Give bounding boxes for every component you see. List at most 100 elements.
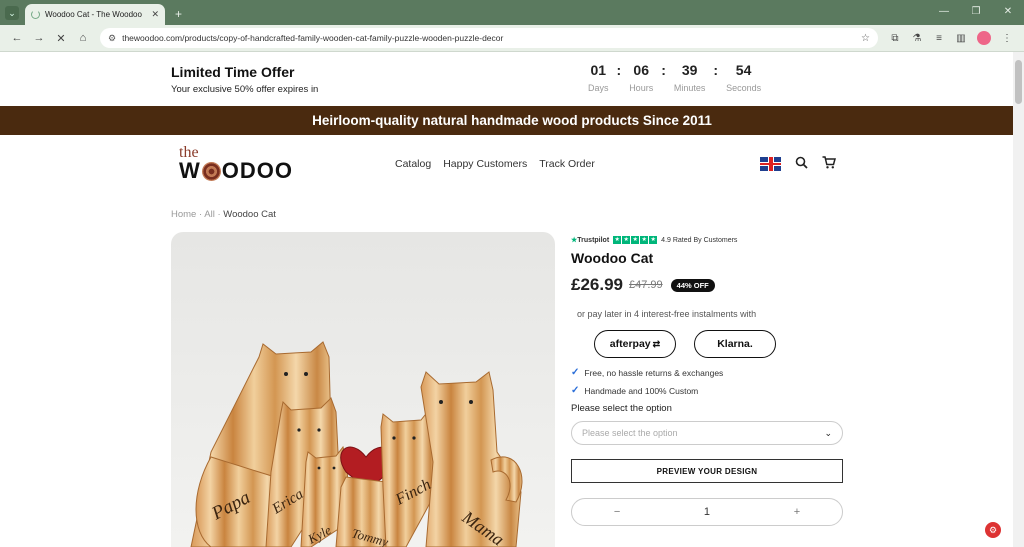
wood-ring-icon [201, 161, 221, 181]
afterpay-label: afterpay [609, 338, 651, 350]
countdown-value: 01 [590, 62, 607, 78]
home-icon[interactable]: ⌂ [72, 32, 94, 44]
lab-flask-icon[interactable]: ⚗ [906, 33, 928, 44]
logo-wordmark: W ODOO [179, 160, 293, 182]
extensions-icon[interactable]: ⧉ [884, 33, 906, 44]
feature-item: ✓ Handmade and 100% Custom [571, 385, 843, 396]
countdown-days: 01 Days [588, 62, 609, 93]
search-icon[interactable] [795, 156, 808, 172]
header-icons [760, 156, 836, 172]
countdown-value: 06 [633, 62, 649, 78]
restore-icon[interactable]: ❐ [960, 0, 992, 25]
countdown-label: Hours [629, 83, 654, 93]
countdown-minutes: 39 Minutes [674, 62, 706, 93]
profile-avatar[interactable] [977, 31, 991, 45]
breadcrumb-current: Woodoo Cat [223, 209, 276, 220]
browser-toolbar: ← → ✕ ⌂ ⚙ thewoodoo.com/products/copy-of… [0, 25, 1024, 52]
breadcrumb-home[interactable]: Home [171, 209, 196, 220]
rating-text: 4.9 Rated By Customers [661, 236, 738, 244]
address-bar[interactable]: ⚙ thewoodoo.com/products/copy-of-handcra… [100, 28, 878, 48]
reading-list-icon[interactable]: ≡ [928, 33, 950, 44]
quantity-value[interactable]: 1 [704, 506, 710, 518]
decrease-quantity-button[interactable]: − [614, 506, 620, 518]
offer-title: Limited Time Offer [171, 63, 295, 80]
product-title: Woodoo Cat [571, 250, 654, 266]
chevron-down-icon: ⌄ [824, 427, 832, 438]
offer-subtitle: Your exclusive 50% offer expires in [171, 83, 319, 95]
countdown-hours: 06 Hours [629, 62, 653, 93]
afterpay-arrows-icon: ⇄ [652, 338, 661, 349]
logo-text-end: ODOO [221, 158, 293, 183]
countdown-value: 54 [735, 62, 752, 78]
browser-tab-bar: ⌄ Woodoo Cat - The Woodoo ✕ + — ❐ ✕ [0, 0, 1024, 25]
checkmark-icon: ✓ [571, 385, 580, 396]
checkmark-icon: ✓ [571, 367, 580, 378]
nav-catalog[interactable]: Catalog [395, 158, 431, 170]
afterpay-button[interactable]: afterpay ⇄ [594, 330, 676, 358]
product-info: ★Trustpilot ★ ★ ★ ★ ★ 4.9 Rated By Customers… [571, 236, 843, 526]
discount-badge: 44% OFF [670, 278, 715, 292]
breadcrumb: Home · All · Woodoo Cat [171, 209, 276, 220]
web-page: Limited Time Offer Your exclusive 50% of… [0, 52, 1024, 547]
klarna-button[interactable]: Klarna. [694, 330, 776, 358]
preview-design-button[interactable]: PREVIEW YOUR DESIGN [571, 459, 843, 483]
payment-options: afterpay ⇄ Klarna. [594, 330, 843, 358]
countdown-timer: 01 Days : 06 Hours : 39 Minutes : 54 Sec… [588, 62, 761, 93]
help-widget-icon[interactable]: ⚙ [985, 522, 1001, 538]
nav-track-order[interactable]: Track Order [539, 158, 595, 170]
price-row: £26.99 £47.99 44% OFF [571, 275, 843, 295]
site-header: the W ODOO Catalog Happy Customers Track… [0, 135, 1024, 195]
site-info-icon[interactable]: ⚙ [108, 33, 116, 44]
option-label: Please select the option [571, 403, 672, 414]
uk-flag-icon[interactable] [760, 157, 781, 171]
new-tab-icon[interactable]: + [175, 7, 182, 21]
site-logo[interactable]: the W ODOO [179, 145, 293, 182]
countdown-label: Days [588, 83, 609, 93]
tab-close-icon[interactable]: ✕ [151, 9, 159, 20]
scrollbar-thumb[interactable] [1015, 60, 1022, 104]
installments-text: or pay later in 4 interest-free instalme… [577, 309, 757, 319]
stop-loading-icon[interactable]: ✕ [50, 32, 72, 45]
offer-bar: Limited Time Offer Your exclusive 50% of… [0, 52, 1024, 106]
bookmark-star-icon[interactable]: ☆ [861, 33, 870, 44]
increase-quantity-button[interactable]: + [794, 506, 800, 518]
feature-list: ✓ Free, no hassle returns & exchanges ✓ … [571, 367, 843, 396]
menu-kebab-icon[interactable]: ⋮ [996, 33, 1018, 44]
main-nav: Catalog Happy Customers Track Order [395, 158, 595, 170]
nav-happy-customers[interactable]: Happy Customers [443, 158, 527, 170]
sale-price: £26.99 [571, 275, 623, 294]
trustpilot-rating[interactable]: ★Trustpilot ★ ★ ★ ★ ★ 4.9 Rated By Customers [571, 236, 843, 244]
countdown-label: Minutes [673, 83, 706, 93]
trustpilot-label: Trustpilot [577, 237, 610, 244]
tab-search-chevron-icon[interactable]: ⌄ [5, 6, 19, 20]
trustpilot-logo: ★Trustpilot [571, 237, 610, 244]
logo-text-start: W [179, 158, 201, 183]
option-select[interactable]: Please select the option ⌄ [571, 421, 843, 445]
feature-text: Handmade and 100% Custom [584, 385, 699, 396]
countdown-seconds: 54 Seconds [726, 62, 761, 93]
minimize-icon[interactable]: — [928, 0, 960, 25]
forward-icon[interactable]: → [28, 32, 50, 44]
cart-icon[interactable] [822, 156, 836, 172]
browser-tab[interactable]: Woodoo Cat - The Woodoo ✕ [25, 4, 165, 25]
breadcrumb-all[interactable]: All [204, 209, 215, 220]
loading-spinner-icon [31, 10, 40, 19]
klarna-label: Klarna. [717, 338, 753, 350]
product-image[interactable]: Papa Erica Finch Mama Kyle Tommy [171, 232, 555, 547]
countdown-separator: : [616, 62, 622, 78]
feature-text: Free, no hassle returns & exchanges [584, 367, 724, 378]
original-price: £47.99 [629, 279, 663, 291]
quantity-stepper: − 1 + [571, 498, 843, 526]
tab-title: Woodoo Cat - The Woodoo [45, 10, 142, 19]
sidebar-icon[interactable]: ▥ [950, 33, 972, 44]
option-placeholder: Please select the option [582, 428, 678, 438]
rating-stars-icon: ★ ★ ★ ★ ★ [613, 236, 658, 244]
back-icon[interactable]: ← [6, 32, 28, 44]
promo-banner: Heirloom-quality natural handmade wood p… [0, 106, 1024, 135]
page-scrollbar[interactable] [1013, 52, 1024, 547]
countdown-value: 39 [681, 62, 698, 78]
countdown-label: Seconds [726, 83, 762, 93]
close-window-icon[interactable]: ✕ [992, 0, 1024, 25]
url-text[interactable]: thewoodoo.com/products/copy-of-handcraft… [122, 33, 861, 43]
wooden-cat-puzzle-illustration: Papa Erica Finch Mama Kyle Tommy [190, 341, 523, 547]
